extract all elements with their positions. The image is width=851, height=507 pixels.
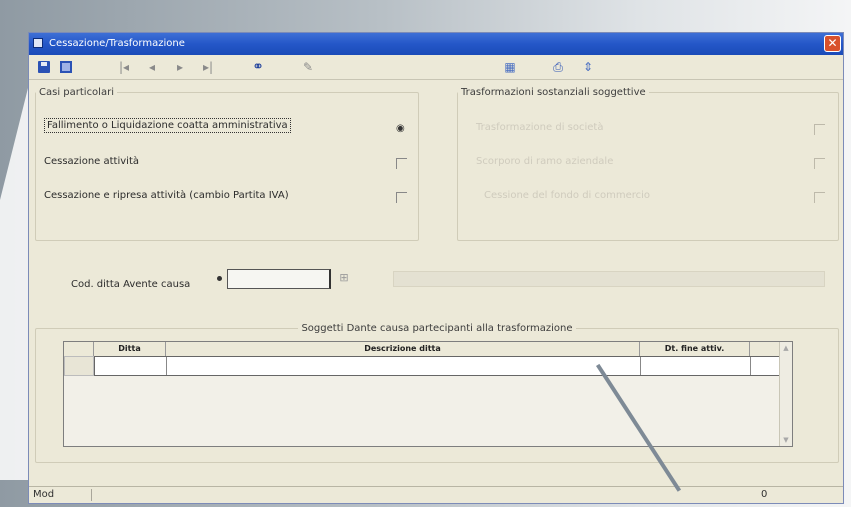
cell-dt-fine[interactable] — [641, 357, 751, 375]
scorporo-checkbox — [814, 158, 825, 169]
status-mode: Mod — [33, 489, 55, 500]
help-icon[interactable]: ⇕ — [579, 58, 597, 76]
casi-particolari-legend: Casi particolari — [39, 87, 114, 98]
col-dt-fine-attiv[interactable]: Dt. fine attiv. — [640, 342, 750, 356]
cell-ditta[interactable] — [95, 357, 167, 375]
grid-icon[interactable] — [57, 58, 75, 76]
cod-ditta-label: Cod. ditta Avente causa — [71, 279, 191, 290]
trasformazioni-legend: Trasformazioni sostanziali soggettive — [461, 87, 646, 98]
soggetti-legend: Soggetti Dante causa partecipanti alla t… — [301, 323, 573, 334]
edit-icon[interactable]: ✎ — [299, 58, 317, 76]
table-row[interactable] — [94, 356, 782, 376]
trasformazione-societa-label: Trasformazione di società — [476, 122, 604, 133]
scorporo-label: Scorporo di ramo aziendale — [476, 156, 614, 167]
next-record-icon[interactable]: ▸ — [171, 58, 189, 76]
status-divider — [91, 489, 92, 501]
scroll-up-icon[interactable]: ▲ — [780, 342, 792, 354]
row-selector[interactable] — [64, 356, 94, 376]
vertical-scrollbar[interactable]: ▲ ▼ — [779, 342, 792, 446]
title-bar: Cessazione/Trasformazione ✕ — [29, 33, 843, 55]
cessione-fondo-label: Cessione del fondo di commercio — [484, 190, 651, 201]
col-descrizione-ditta[interactable]: Descrizione ditta — [166, 342, 640, 356]
close-button[interactable]: ✕ — [824, 35, 841, 52]
required-marker — [217, 276, 222, 281]
trasformazione-societa-checkbox — [814, 124, 825, 135]
window-title: Cessazione/Trasformazione — [49, 38, 185, 49]
casi-particolari-group: Casi particolari Fallimento o Liquidazio… — [35, 87, 419, 241]
binoculars-icon[interactable]: ⚭ — [249, 58, 267, 76]
scroll-down-icon[interactable]: ▼ — [780, 434, 792, 446]
cessazione-attivita-label[interactable]: Cessazione attività — [44, 156, 139, 167]
cessazione-ripresa-checkbox[interactable] — [396, 192, 407, 203]
prev-record-icon[interactable]: ◂ — [143, 58, 161, 76]
calculator-icon[interactable]: ▦ — [501, 58, 519, 76]
save-icon[interactable] — [35, 58, 53, 76]
col-ditta[interactable]: Ditta — [94, 342, 166, 356]
cessazione-window: Cessazione/Trasformazione ✕ |◂ ◂ ▸ ▸| ⚭ … — [28, 32, 844, 504]
lookup-icon[interactable]: ⊞ — [337, 271, 351, 285]
toolbar: |◂ ◂ ▸ ▸| ⚭ ✎ ▦ ⎙ ⇕ — [29, 55, 843, 80]
trasformazioni-group: Trasformazioni sostanziali soggettive Tr… — [457, 87, 839, 241]
fallimento-checkbox[interactable] — [396, 124, 407, 135]
status-record-count: 0 — [761, 489, 768, 500]
app-icon — [33, 38, 43, 48]
cessazione-ripresa-label[interactable]: Cessazione e ripresa attività (cambio Pa… — [44, 190, 289, 201]
soggetti-grid[interactable]: Ditta Descrizione ditta Dt. fine attiv. … — [63, 341, 793, 447]
fallimento-label[interactable]: Fallimento o Liquidazione coatta amminis… — [44, 118, 291, 133]
row-header-corner — [64, 342, 94, 356]
cessione-fondo-checkbox — [814, 192, 825, 203]
cessazione-attivita-checkbox[interactable] — [396, 158, 407, 169]
cod-ditta-input[interactable] — [227, 269, 331, 289]
cell-descrizione[interactable] — [167, 357, 641, 375]
status-bar: Mod 0 — [29, 486, 843, 503]
last-record-icon[interactable]: ▸| — [199, 58, 217, 76]
grid-header: Ditta Descrizione ditta Dt. fine attiv. — [64, 342, 782, 357]
cod-ditta-description — [393, 271, 825, 287]
print-icon[interactable]: ⎙ — [549, 58, 567, 76]
first-record-icon[interactable]: |◂ — [115, 58, 133, 76]
